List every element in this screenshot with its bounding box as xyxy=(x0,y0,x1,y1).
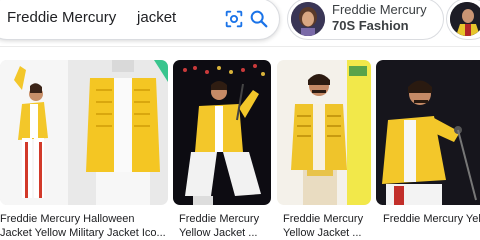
result-caption[interactable]: Freddie Mercury Yell xyxy=(383,212,480,226)
chip-label-bottom: 70S Fashion xyxy=(332,18,409,33)
suggestion-chip-partial[interactable] xyxy=(446,0,480,40)
result-title-line1: Freddie Mercury Yell xyxy=(383,213,480,225)
search-icon[interactable] xyxy=(248,8,270,30)
result-thumbnail[interactable] xyxy=(0,60,168,205)
chip-thumbnail xyxy=(450,2,480,36)
result-thumbnail[interactable] xyxy=(376,60,480,205)
header-divider xyxy=(0,46,480,47)
search-input[interactable]: Freddie Mercury jacket xyxy=(7,9,176,26)
result-title-line1: Freddie Mercury xyxy=(179,213,260,225)
camera-lens-icon[interactable] xyxy=(223,8,245,30)
result-title-line1: Freddie Mercury Halloween xyxy=(0,213,135,225)
result-caption[interactable]: Freddie Mercury Halloween Jacket Yellow … xyxy=(0,212,168,240)
result-title-line2: Jacket Yellow Military Jacket Ico... xyxy=(0,227,166,239)
result-title-line2: Yellow Jacket ... xyxy=(179,227,258,239)
result-caption[interactable]: Freddie Mercury Yellow Jacket ... xyxy=(283,212,371,240)
result-thumbnail[interactable] xyxy=(173,60,271,205)
search-box[interactable]: Freddie Mercury jacket xyxy=(0,0,280,40)
chip-thumbnail xyxy=(291,2,325,36)
top-bar: Freddie Mercury jacket Freddie Mercury 7… xyxy=(0,0,480,46)
chip-label-top: Freddie Mercury xyxy=(332,2,427,17)
result-thumbnail[interactable] xyxy=(277,60,371,205)
result-title-line1: Freddie Mercury xyxy=(283,213,364,225)
result-title-line2: Yellow Jacket ... xyxy=(283,227,362,239)
suggestion-chip-70s-fashion[interactable]: Freddie Mercury 70S Fashion xyxy=(287,0,444,40)
result-caption[interactable]: Freddie Mercury Yellow Jacket ... xyxy=(179,212,271,240)
